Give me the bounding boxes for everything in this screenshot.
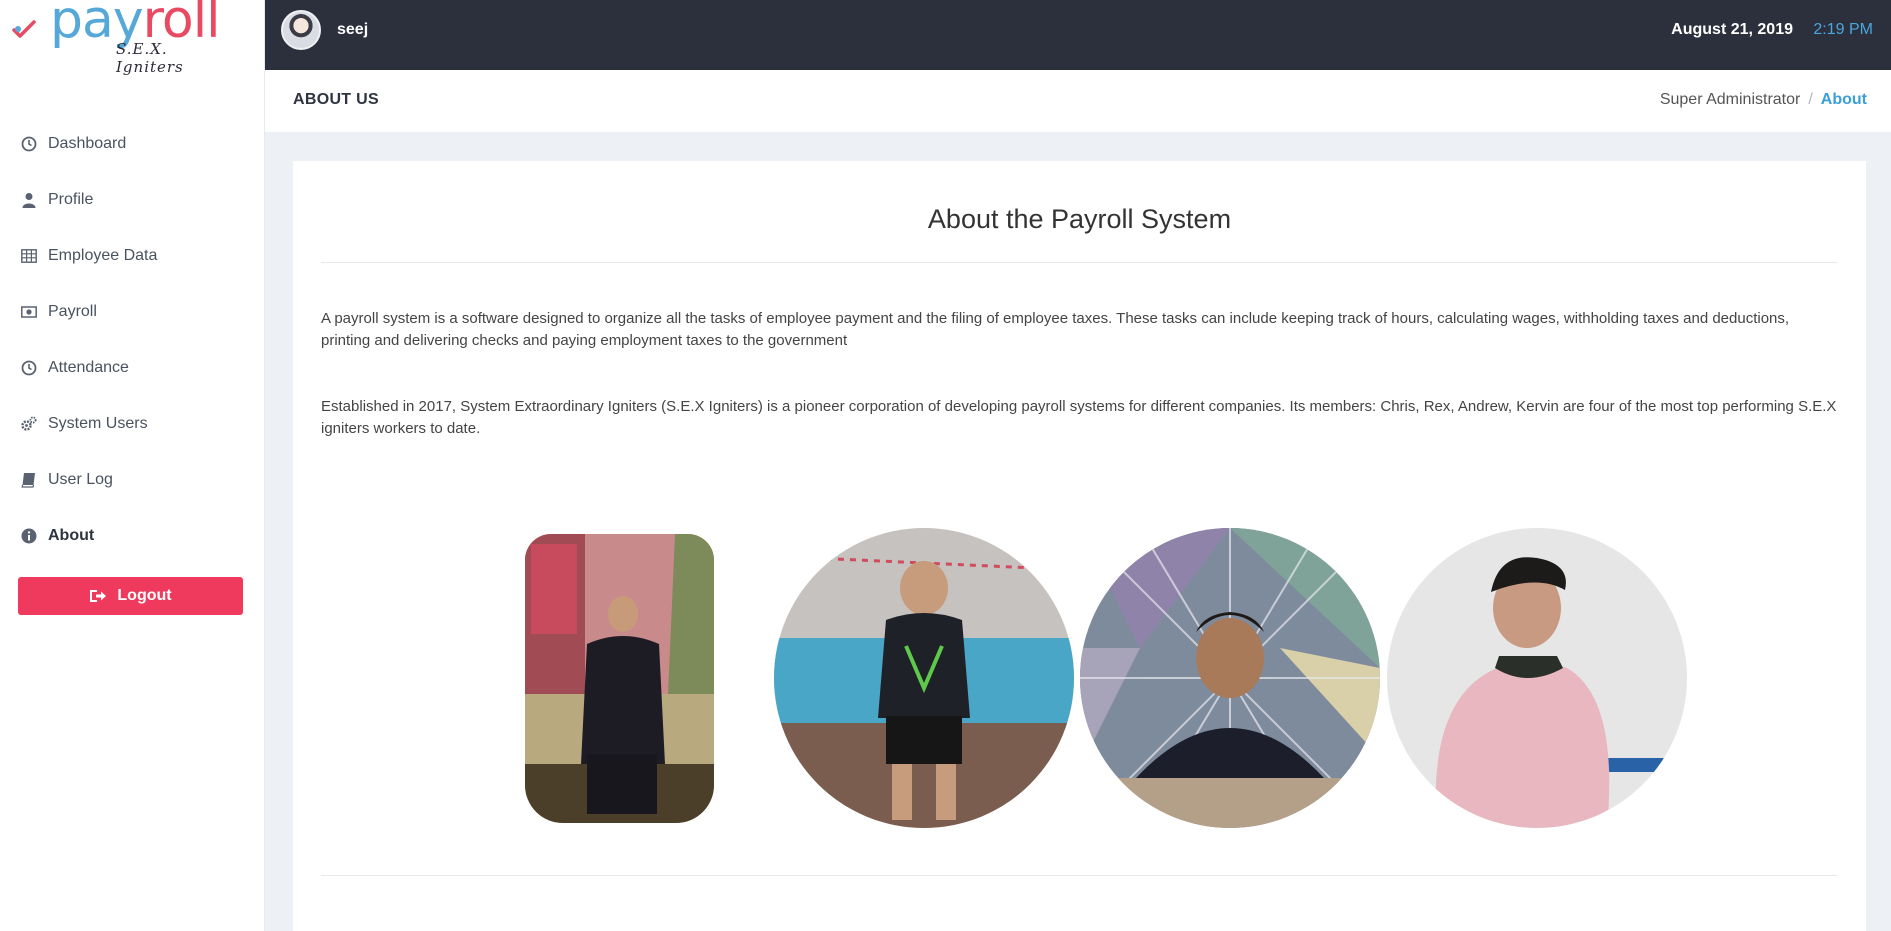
current-time: 2:19 PM	[1813, 21, 1873, 38]
divider	[321, 262, 1838, 263]
gears-icon	[20, 415, 38, 433]
avatar[interactable]	[281, 10, 321, 50]
sidebar-item-employee-data[interactable]: Employee Data	[0, 228, 265, 284]
team-member-photo-4	[1387, 528, 1687, 828]
sidebar-item-payroll[interactable]: Payroll	[0, 284, 265, 340]
sidebar-item-label: Profile	[48, 191, 94, 208]
checkmark-icon	[12, 20, 36, 38]
sidebar-item-label: System Users	[48, 415, 148, 432]
sidebar-nav: Dashboard Profile Employee Data Payroll …	[0, 116, 265, 564]
sidebar-item-system-users[interactable]: System Users	[0, 396, 265, 452]
logout-label: Logout	[117, 587, 172, 604]
sidebar-item-label: Attendance	[48, 359, 129, 376]
sidebar-item-label: Payroll	[48, 303, 97, 320]
sidebar-item-user-log[interactable]: User Log	[0, 452, 265, 508]
about-paragraph-company: Established in 2017, System Extraordinar…	[321, 398, 1837, 437]
current-date: August 21, 2019	[1671, 21, 1793, 38]
clock-icon	[20, 135, 38, 153]
sidebar-item-about[interactable]: About	[0, 508, 265, 564]
info-icon	[20, 527, 38, 545]
clock-icon	[20, 359, 38, 377]
breadcrumb: Super Administrator / About	[1660, 91, 1867, 109]
sidebar-item-profile[interactable]: Profile	[0, 172, 265, 228]
divider	[321, 875, 1838, 876]
about-card: About the Payroll System A payroll syste…	[293, 161, 1866, 931]
breadcrumb-item-super-administrator[interactable]: Super Administrator	[1660, 91, 1801, 108]
sign-out-icon	[90, 590, 107, 602]
team-member-photo-3	[1080, 528, 1380, 828]
card-heading: About the Payroll System	[927, 204, 1232, 234]
sidebar-item-label: User Log	[48, 471, 113, 488]
breadcrumb-separator: /	[1808, 91, 1813, 108]
book-icon	[20, 471, 38, 489]
page-title: ABOUT US	[293, 91, 379, 108]
page-header: ABOUT US Super Administrator / About	[265, 70, 1891, 132]
sidebar: payroll S.E.X. Igniters Dashboard Profil…	[0, 0, 265, 931]
about-paragraph-system: A payroll system is a software designed …	[321, 310, 1790, 349]
username[interactable]: seej	[337, 21, 368, 39]
sidebar-item-dashboard[interactable]: Dashboard	[0, 116, 265, 172]
user-icon	[20, 191, 38, 209]
table-icon	[20, 247, 38, 265]
breadcrumb-item-about: About	[1820, 91, 1867, 108]
sidebar-item-label: About	[48, 527, 95, 544]
sidebar-item-label: Employee Data	[48, 247, 158, 264]
team-member-photo-1	[525, 534, 714, 823]
top-bar: seej August 21, 2019 2:19 PM	[265, 0, 1891, 70]
logo-tagline: S.E.X. Igniters	[116, 40, 184, 76]
sidebar-item-label: Dashboard	[48, 135, 127, 152]
sidebar-item-attendance[interactable]: Attendance	[0, 340, 265, 396]
app-logo[interactable]: payroll S.E.X. Igniters	[10, 0, 221, 76]
money-icon	[20, 303, 38, 321]
logout-button[interactable]: Logout	[18, 577, 243, 615]
team-member-photo-2	[774, 528, 1074, 828]
